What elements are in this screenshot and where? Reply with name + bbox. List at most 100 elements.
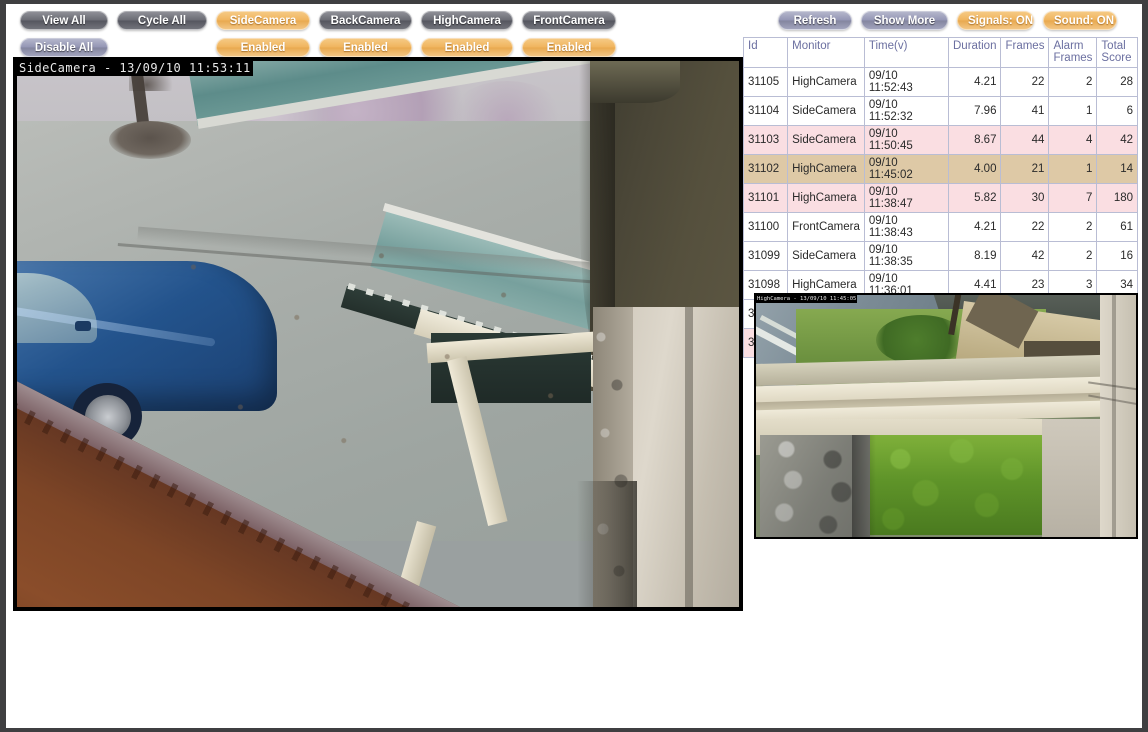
- events-cell-id[interactable]: 31105: [742, 67, 789, 97]
- enabled-toggle-highcamera[interactable]: Enabled: [421, 38, 513, 57]
- events-cell-duration[interactable]: 4.21: [947, 67, 1002, 97]
- scene-tree-base-mulch: [109, 121, 191, 159]
- events-table-row[interactable]: 31101 HighCamera 09/10 11:38:47 5.82 30 7 180: [742, 183, 1138, 213]
- events-cell-duration[interactable]: 5.82: [947, 183, 1002, 213]
- events-column-header-monitor[interactable]: Monitor: [787, 37, 865, 68]
- events-cell-duration[interactable]: 8.67: [947, 125, 1002, 155]
- scene-ground-debris: [137, 211, 607, 491]
- events-cell-monitor[interactable]: SideCamera: [787, 96, 865, 126]
- events-cell-time[interactable]: 09/10 11:38:43: [863, 212, 950, 242]
- events-cell-alarm-frames[interactable]: 2: [1048, 241, 1098, 271]
- events-cell-total-score[interactable]: 180: [1096, 183, 1138, 213]
- events-cell-total-score[interactable]: 28: [1096, 67, 1138, 97]
- scene-shadow-gap: [577, 481, 637, 607]
- enabled-toggle-sidecamera[interactable]: Enabled: [216, 38, 310, 57]
- scene-car-door-handle: [75, 321, 91, 331]
- signals-toggle-button[interactable]: Signals: ON: [957, 11, 1034, 30]
- events-cell-frames[interactable]: 21: [1000, 154, 1050, 184]
- thumb-scene-hedge-texture: [868, 435, 1048, 535]
- main-camera-frame: SideCamera - 13/09/10 11:53:11: [17, 61, 739, 607]
- events-cell-id[interactable]: 31099: [742, 241, 789, 271]
- events-cell-total-score[interactable]: 6: [1096, 96, 1138, 126]
- refresh-button[interactable]: Refresh: [778, 11, 852, 30]
- events-cell-time[interactable]: 09/10 11:50:45: [863, 125, 950, 155]
- events-table-row[interactable]: 31103 SideCamera 09/10 11:50:45 8.67 44 4 42: [742, 125, 1138, 155]
- events-cell-total-score[interactable]: 14: [1096, 154, 1138, 184]
- events-cell-id[interactable]: 31102: [742, 154, 789, 184]
- monitor-button-highcamera[interactable]: HighCamera: [421, 11, 513, 30]
- events-cell-frames[interactable]: 22: [1000, 212, 1050, 242]
- events-toolbar: Refresh Show More Signals: ON Sound: ON: [778, 11, 1117, 30]
- events-cell-alarm-frames[interactable]: 4: [1048, 125, 1098, 155]
- events-column-header-time-v[interactable]: Time(v): [863, 37, 950, 68]
- events-cell-time[interactable]: 09/10 11:38:47: [863, 183, 950, 213]
- events-column-header-frames[interactable]: Frames: [1000, 37, 1050, 68]
- thumb-scene-right-wall: [1100, 295, 1136, 537]
- thumb-scene-right-wall-groove: [1112, 295, 1116, 537]
- thumbnail-camera-frame: HighCamera - 13/09/10 11:45:05: [756, 295, 1136, 537]
- events-cell-frames[interactable]: 30: [1000, 183, 1050, 213]
- monitor-toolbar-row-1: View All Cycle All SideCamera BackCamera Hig…: [20, 11, 616, 30]
- events-table-row[interactable]: 31105 HighCamera 09/10 11:52:43 4.21 22 2 28: [742, 67, 1138, 97]
- enabled-toggle-backcamera[interactable]: Enabled: [319, 38, 412, 57]
- events-cell-monitor[interactable]: SideCamera: [787, 125, 865, 155]
- events-cell-time[interactable]: 09/10 11:52:43: [863, 67, 950, 97]
- events-cell-time[interactable]: 09/10 11:52:32: [863, 96, 950, 126]
- thumb-scene-pillar-shadow: [852, 435, 876, 537]
- events-cell-monitor[interactable]: SideCamera: [787, 241, 865, 271]
- events-table-row[interactable]: 31099 SideCamera 09/10 11:38:35 8.19 42 2 16: [742, 241, 1138, 271]
- events-column-header-alarm-frames[interactable]: Alarm Frames: [1048, 37, 1098, 68]
- events-column-header-id[interactable]: Id: [742, 37, 789, 68]
- events-cell-alarm-frames[interactable]: 2: [1048, 212, 1098, 242]
- show-more-button[interactable]: Show More: [861, 11, 948, 30]
- events-column-header-duration[interactable]: Duration: [947, 37, 1002, 68]
- enabled-toggle-frontcamera[interactable]: Enabled: [522, 38, 616, 57]
- events-cell-id[interactable]: 31101: [742, 183, 789, 213]
- main-camera-view[interactable]: SideCamera - 13/09/10 11:53:11: [13, 57, 743, 611]
- events-cell-time[interactable]: 09/10 11:45:02: [863, 154, 950, 184]
- events-cell-alarm-frames[interactable]: 1: [1048, 96, 1098, 126]
- events-cell-total-score[interactable]: 16: [1096, 241, 1138, 271]
- events-cell-duration[interactable]: 4.00: [947, 154, 1002, 184]
- sound-toggle-button[interactable]: Sound: ON: [1043, 11, 1117, 30]
- events-cell-duration[interactable]: 8.19: [947, 241, 1002, 271]
- app-page: View All Cycle All SideCamera BackCamera Hig…: [6, 4, 1142, 728]
- event-preview-thumbnail[interactable]: HighCamera - 13/09/10 11:45:05: [754, 293, 1138, 539]
- disable-all-button[interactable]: Disable All: [20, 38, 108, 57]
- monitor-button-sidecamera[interactable]: SideCamera: [216, 11, 310, 30]
- events-table-row[interactable]: 31100 FrontCamera 09/10 11:38:43 4.21 22 2 61: [742, 212, 1138, 242]
- thumb-scene-walkway: [1042, 419, 1106, 537]
- events-cell-id[interactable]: 31100: [742, 212, 789, 242]
- cycle-all-button[interactable]: Cycle All: [117, 11, 207, 30]
- events-cell-frames[interactable]: 44: [1000, 125, 1050, 155]
- events-cell-id[interactable]: 31103: [742, 125, 789, 155]
- events-cell-alarm-frames[interactable]: 1: [1048, 154, 1098, 184]
- events-cell-alarm-frames[interactable]: 2: [1048, 67, 1098, 97]
- events-column-header-total-score[interactable]: Total Score: [1096, 37, 1138, 68]
- events-cell-alarm-frames[interactable]: 7: [1048, 183, 1098, 213]
- events-cell-total-score[interactable]: 61: [1096, 212, 1138, 242]
- events-cell-monitor[interactable]: HighCamera: [787, 67, 865, 97]
- events-cell-duration[interactable]: 7.96: [947, 96, 1002, 126]
- events-table-header-row: Id Monitor Time(v) Duration Frames Alarm Fram…: [742, 37, 1138, 68]
- main-camera-timestamp: SideCamera - 13/09/10 11:53:11: [17, 61, 253, 76]
- monitor-button-backcamera[interactable]: BackCamera: [319, 11, 412, 30]
- thumbnail-camera-timestamp: HighCamera - 13/09/10 11:45:05: [756, 295, 858, 303]
- events-table-row[interactable]: 31104 SideCamera 09/10 11:52:32 7.96 41 1 6: [742, 96, 1138, 126]
- events-cell-frames[interactable]: 42: [1000, 241, 1050, 271]
- events-cell-duration[interactable]: 4.21: [947, 212, 1002, 242]
- monitor-button-frontcamera[interactable]: FrontCamera: [522, 11, 616, 30]
- events-cell-monitor[interactable]: FrontCamera: [787, 212, 865, 242]
- view-all-button[interactable]: View All: [20, 11, 108, 30]
- events-cell-monitor[interactable]: HighCamera: [787, 154, 865, 184]
- events-cell-frames[interactable]: 41: [1000, 96, 1050, 126]
- events-cell-frames[interactable]: 22: [1000, 67, 1050, 97]
- scene-building-eave: [590, 61, 680, 103]
- events-cell-id[interactable]: 31104: [742, 96, 789, 126]
- scene-wall-groove: [685, 307, 693, 607]
- events-cell-total-score[interactable]: 42: [1096, 125, 1138, 155]
- events-cell-time[interactable]: 09/10 11:38:35: [863, 241, 950, 271]
- events-cell-monitor[interactable]: HighCamera: [787, 183, 865, 213]
- events-table-row[interactable]: 31102 HighCamera 09/10 11:45:02 4.00 21 1 14: [742, 154, 1138, 184]
